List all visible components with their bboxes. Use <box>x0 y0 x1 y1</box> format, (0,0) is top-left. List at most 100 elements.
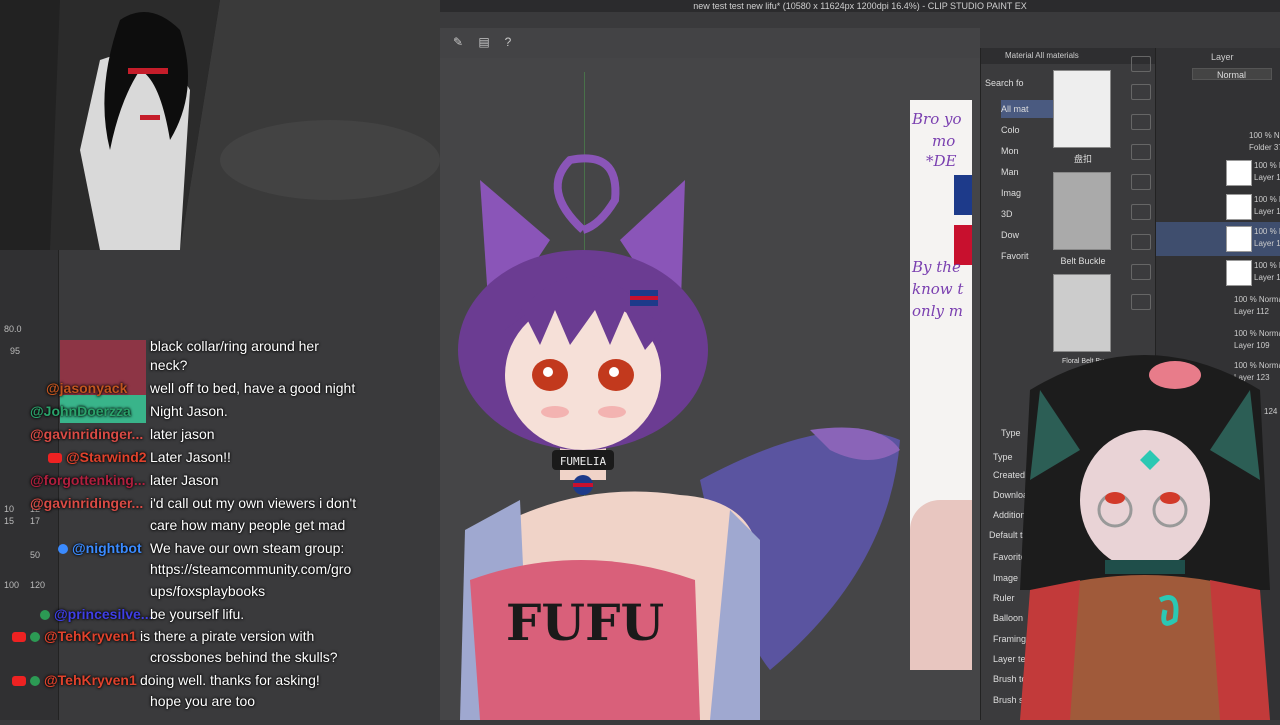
tree-item-image[interactable]: Imag <box>1001 184 1061 202</box>
layer-info: 100 % No Layer 13 <box>1254 194 1280 218</box>
panel-button[interactable] <box>1131 294 1151 310</box>
layer-row-selected[interactable]: 100 % No Layer 11 <box>1156 222 1280 256</box>
chat-text: We have our own steam group: <box>150 540 345 556</box>
layer-thumbnail <box>1226 160 1252 186</box>
chat-message: @nightbot We have our own steam group: <box>58 537 488 559</box>
pen-icon[interactable]: ✎ <box>450 34 466 50</box>
help-icon[interactable]: ? <box>500 34 516 50</box>
chat-text: care how many people get mad <box>150 517 346 533</box>
avatar-illustration: FUFU FUMELIA <box>458 154 900 720</box>
canvas-toolbar: ✎ ▤ ? <box>440 28 980 58</box>
layer-name: Folder 37 <box>1249 143 1280 152</box>
materials-header: Material All materials <box>981 48 1156 64</box>
tree-item-favorites[interactable]: Favorit <box>1001 247 1061 265</box>
tree-item-color[interactable]: Colo <box>1001 121 1061 139</box>
chat-link[interactable]: https://steamcommunity.com/gro <box>150 561 351 577</box>
panel-button[interactable] <box>1131 264 1151 280</box>
chat-text: well off to bed, have a good night <box>150 380 356 396</box>
chat-message: crossbones behind the skulls? <box>150 646 580 668</box>
tree-item-all-materials[interactable]: All mat <box>1001 100 1061 118</box>
panel-button[interactable] <box>1131 114 1151 130</box>
secondary-avatar <box>1010 330 1280 720</box>
panel-button[interactable] <box>1131 144 1151 160</box>
chat-username[interactable]: @JohnDoerzza <box>30 400 150 422</box>
chat-message: https://steamcommunity.com/gro <box>150 558 580 580</box>
layer-row[interactable]: 100 % No Layer 11 <box>1156 256 1280 290</box>
secondary-avatar-illustration <box>1020 355 1270 720</box>
layer-thumbnail <box>1226 226 1252 252</box>
chat-text: black collar/ring around her <box>150 338 319 354</box>
layer-info: 100 % No Layer 11 <box>1254 260 1280 284</box>
materials-search[interactable]: Search fo <box>985 74 1045 92</box>
layer-opacity: 100 % No <box>1254 161 1280 170</box>
material-label: Belt Buckle <box>1060 256 1106 266</box>
layer-name: Layer 11 <box>1254 173 1280 182</box>
brush-size-value[interactable]: 80.0 <box>4 322 22 336</box>
layer-thumbnail <box>1226 260 1252 286</box>
tree-item-download[interactable]: Dow <box>1001 226 1061 244</box>
blend-mode-select[interactable]: Normal <box>1192 68 1272 80</box>
chat-message: @TehKryven1 doing well. thanks for asking… <box>12 669 442 691</box>
layer-row[interactable]: 100 % No Layer 11 <box>1156 156 1280 190</box>
reference-text-line: know t <box>912 280 964 298</box>
member-badge-icon <box>30 632 40 643</box>
chat-text: doing well. thanks for asking! <box>140 672 320 688</box>
chat-text: i'd call out my own viewers i don't <box>150 495 357 511</box>
panel-button[interactable] <box>1131 56 1151 72</box>
chat-message: @TehKryven1 is there a pirate version wit… <box>12 625 442 647</box>
chat-username[interactable]: @TehKryven1 <box>44 669 140 691</box>
layer-opacity: 100 % Norma <box>1249 131 1280 140</box>
chat-text: is there a pirate version with <box>140 628 315 644</box>
chat-username[interactable]: @Starwind2 <box>66 446 150 468</box>
material-thumbnail[interactable] <box>1053 172 1111 250</box>
chat-text: later jason <box>150 426 215 442</box>
collar-text: FUMELIA <box>560 455 607 468</box>
chat-username[interactable]: @gavinridinger... <box>30 492 150 514</box>
layer-info: 100 % No Layer 11 <box>1254 226 1280 250</box>
panel-button[interactable] <box>1131 84 1151 100</box>
panel-button[interactable] <box>1131 174 1151 190</box>
youtube-icon <box>48 453 62 464</box>
chat-message: hope you are too <box>150 690 580 712</box>
chat-username[interactable]: @jasonyack <box>46 377 150 399</box>
tree-item-3d[interactable]: 3D <box>1001 205 1061 223</box>
panel-button[interactable] <box>1131 234 1151 250</box>
layer-opacity: 100 % No <box>1254 261 1280 270</box>
layer-row[interactable]: 100 % Norma Folder 37 <box>1156 126 1280 160</box>
layer-info: 100 % Norma Folder 37 <box>1249 130 1280 154</box>
chat-username[interactable]: @princesilve... <box>54 603 152 625</box>
layer-opacity: 100 % No <box>1254 195 1280 204</box>
member-badge-icon <box>30 676 40 687</box>
tree-item-manga[interactable]: Man <box>1001 163 1061 181</box>
youtube-icon <box>12 676 26 687</box>
reference-text-line: By the <box>912 258 961 276</box>
youtube-icon <box>12 632 26 643</box>
manga-reference-panel <box>0 0 440 250</box>
chat-message: @JohnDoerzza Night Jason. <box>30 400 460 422</box>
clipboard-icon[interactable]: ▤ <box>476 34 492 50</box>
wrench-icon <box>58 544 68 555</box>
chat-message: @gavinridinger... i'd call out my own vie… <box>30 492 460 514</box>
tree-item-monochrome[interactable]: Mon <box>1001 142 1061 160</box>
chat-text: crossbones behind the skulls? <box>150 649 338 665</box>
chat-message: @jasonyack well off to bed, have a good n… <box>46 377 476 399</box>
chat-message: neck? <box>150 354 580 376</box>
layer-row[interactable]: 100 % Norma Layer 112 <box>1156 290 1280 324</box>
reference-text-line: only m <box>912 302 963 320</box>
layer-thumbnail <box>1226 194 1252 220</box>
chat-text: hope you are too <box>150 693 256 709</box>
chat-message: @Starwind2 Later Jason!! <box>48 446 478 468</box>
chat-text: be yourself lifu. <box>150 606 245 622</box>
chat-link[interactable]: ups/foxsplaybooks <box>150 583 265 599</box>
chat-username[interactable]: @TehKryven1 <box>44 625 140 647</box>
layer-name: Layer 11 <box>1254 273 1280 282</box>
chat-username[interactable]: @gavinridinger... <box>30 423 150 445</box>
reference-text-line: mo <box>932 132 956 150</box>
layer-row[interactable]: 100 % No Layer 13 <box>1156 190 1280 224</box>
chat-username[interactable]: @forgottenking... <box>30 469 150 491</box>
layer-info: 100 % No Layer 11 <box>1254 160 1280 184</box>
panel-button[interactable] <box>1131 204 1151 220</box>
material-thumbnail[interactable] <box>1053 70 1111 148</box>
layer-opacity: 100 % No <box>1254 227 1280 236</box>
chat-username[interactable]: @nightbot <box>72 537 150 559</box>
